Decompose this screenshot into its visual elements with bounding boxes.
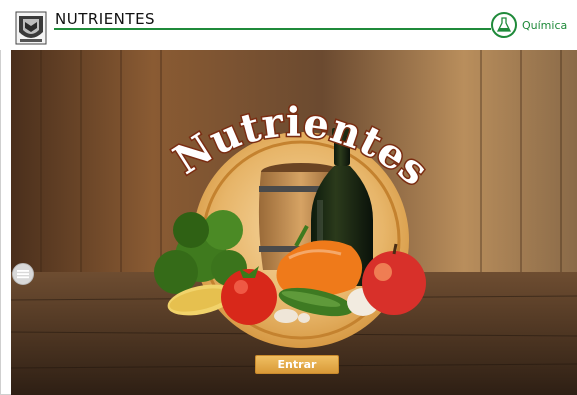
enter-button[interactable]: Entrar (255, 355, 339, 374)
menu-icon (17, 270, 29, 279)
subject-button[interactable] (491, 12, 517, 38)
app-title: NUTRIENTES (55, 10, 156, 28)
subject-label[interactable]: Química (522, 19, 567, 32)
university-crest-icon (15, 11, 47, 45)
splash-illustration: Nutrientes (11, 50, 577, 395)
top-header: NUTRIENTES Química (0, 0, 577, 50)
side-menu-button[interactable] (12, 263, 34, 285)
splash-stage: Nutrientes (11, 50, 577, 395)
title-rule (54, 28, 491, 30)
flask-icon (496, 17, 512, 32)
